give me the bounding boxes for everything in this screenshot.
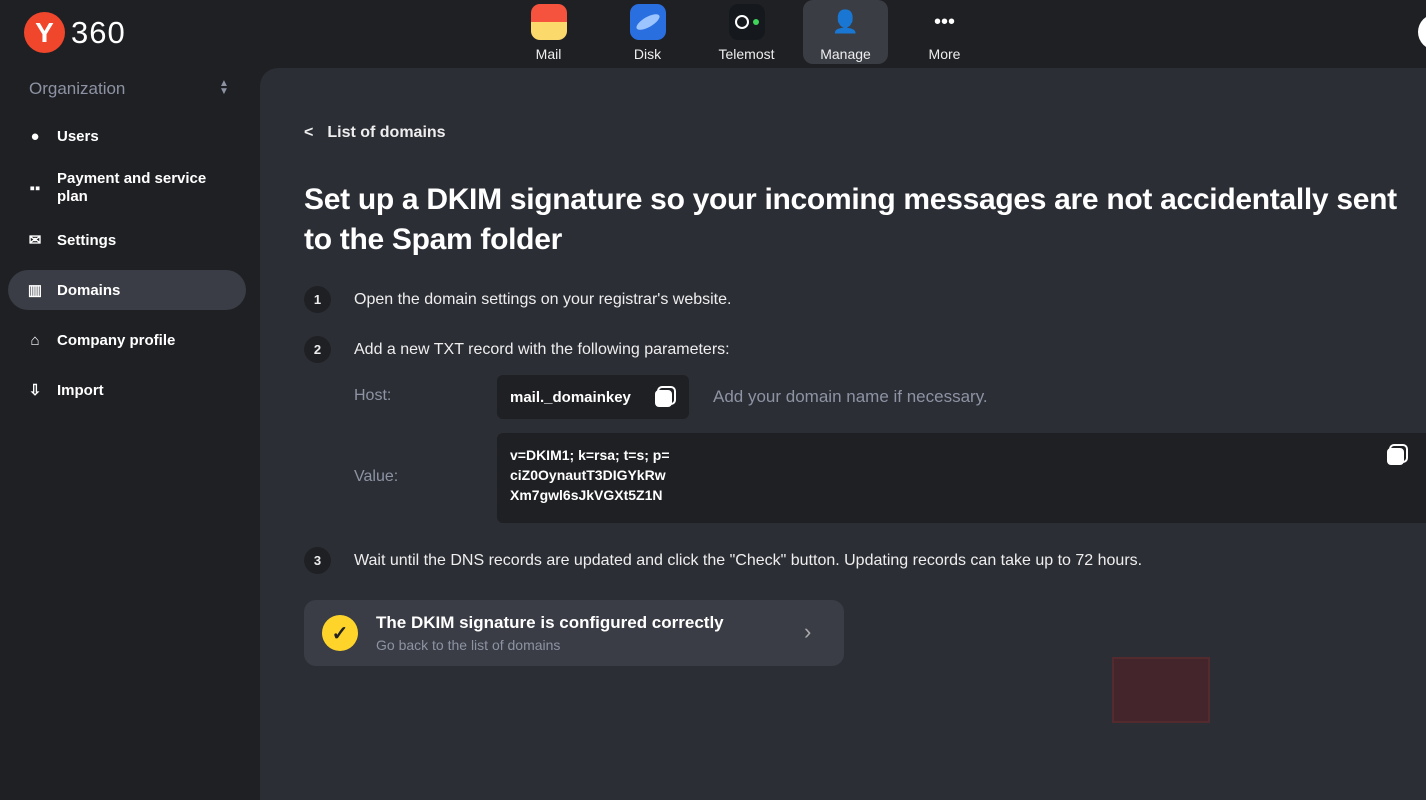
sidebar-item-import[interactable]: ⇩ Import	[8, 370, 246, 410]
more-icon: •••	[933, 10, 955, 33]
host-field[interactable]: mail._domainkey	[497, 375, 689, 419]
sidebar-item-users[interactable]: ● Users	[8, 116, 246, 156]
home-icon: ⌂	[30, 331, 40, 349]
app-label: More	[928, 46, 961, 62]
host-hint: Add your domain name if necessary.	[713, 387, 988, 406]
sidebar-item-label: Payment and service plan	[57, 170, 207, 205]
sidebar-item-settings[interactable]: ✉ Settings	[8, 220, 246, 260]
sidebar-item-label: Company profile	[57, 331, 176, 349]
status-link: Go back to the list of domains	[376, 637, 561, 653]
page-title: Set up a DKIM signature so your incoming…	[304, 183, 1397, 256]
app-mail[interactable]: Mail	[506, 0, 591, 64]
app-switcher: Mail Disk Telemost 👤 Manage ••• More	[506, 0, 1001, 64]
app-disk[interactable]: Disk	[605, 0, 690, 64]
sidebar-item-domains[interactable]: ▥ Domains	[8, 270, 246, 310]
user-icon: ●	[30, 127, 40, 145]
main-panel: < List of domains Set up a DKIM signature…	[260, 68, 1426, 800]
step-1: 1 Open the domain settings on your regist…	[304, 286, 731, 313]
yandex-360-logo[interactable]: Y 360	[24, 12, 126, 53]
step-text: Open the domain settings on your registr…	[354, 290, 732, 308]
logo-text: 360	[71, 14, 126, 50]
value-label: Value:	[354, 468, 399, 485]
step-2: 2 Add a new TXT record with the following…	[304, 336, 730, 363]
dkim-status-card[interactable]: ✓ The DKIM signature is configured corre…	[304, 600, 844, 666]
step-text: Wait until the DNS records are updated a…	[354, 551, 1143, 569]
value-line: v=DKIM1; k=rsa; t=s; p=	[510, 447, 670, 463]
value-line: ciZ0OynautT3DIGYkRw	[510, 467, 666, 483]
host-value: mail._domainkey	[510, 388, 631, 406]
sidebar-item-label: Settings	[57, 231, 117, 249]
app-more[interactable]: ••• More	[902, 0, 987, 64]
sidebar: Organization ▲ ▼ ● Users ▪▪ Payment and ser…	[0, 68, 260, 800]
app-label: Manage	[820, 46, 871, 62]
avatar[interactable]	[1418, 14, 1426, 50]
app-label: Telemost	[718, 46, 775, 62]
chevron-left-icon: <	[304, 124, 314, 141]
value-line: Xm7gwl6sJkVGXt5Z1N	[510, 487, 663, 503]
app-telemost[interactable]: Telemost	[704, 0, 789, 64]
grid-icon: ▪▪	[29, 179, 41, 197]
app-manage[interactable]: 👤 Manage	[803, 0, 888, 64]
step-3: 3 Wait until the DNS records are updated …	[304, 547, 1142, 574]
top-bar: Y 360 Mail Disk Telemost 👤 Manage ••• More	[0, 0, 1426, 68]
step-text: Add a new TXT record with the following …	[354, 340, 730, 358]
app-label: Disk	[633, 46, 662, 62]
status-title: The DKIM signature is configured correct…	[376, 613, 724, 632]
check-icon: ✓	[322, 615, 358, 651]
chevron-right-icon: ›	[804, 619, 812, 644]
host-label: Host:	[354, 387, 392, 404]
app-label: Mail	[535, 46, 562, 62]
envelope-icon: ✉	[28, 232, 42, 249]
sidebar-item-company-profile[interactable]: ⌂ Company profile	[8, 320, 246, 360]
watermark	[1112, 657, 1344, 727]
import-icon: ⇩	[28, 382, 42, 399]
sidebar-item-label: Domains	[57, 281, 121, 299]
telemost-icon	[728, 4, 765, 40]
sort-arrows-icon[interactable]: ▲ ▼	[219, 79, 229, 97]
back-link[interactable]: < List of domains	[304, 124, 446, 142]
step-number: 1	[304, 286, 331, 313]
copy-icon[interactable]	[1387, 448, 1404, 465]
logo-mark: Y	[24, 12, 65, 53]
disk-icon	[629, 4, 666, 40]
copy-icon[interactable]	[655, 390, 672, 407]
organization-selector[interactable]: Organization	[29, 79, 125, 99]
sidebar-item-label: Import	[57, 381, 104, 399]
value-field[interactable]: v=DKIM1; k=rsa; t=s; p= ciZ0OynautT3DIGY…	[497, 433, 1426, 523]
sidebar-item-label: Users	[57, 127, 99, 145]
step-number: 3	[304, 547, 331, 574]
manage-icon: 👤	[831, 9, 860, 34]
back-link-label: List of domains	[327, 124, 446, 141]
mail-icon	[530, 4, 567, 40]
step-number: 2	[304, 336, 331, 363]
domains-icon: ▥	[27, 282, 43, 299]
sidebar-item-payment[interactable]: ▪▪ Payment and service plan	[8, 166, 246, 210]
sidebar-nav: ● Users ▪▪ Payment and service plan ✉ Setti…	[8, 116, 246, 420]
